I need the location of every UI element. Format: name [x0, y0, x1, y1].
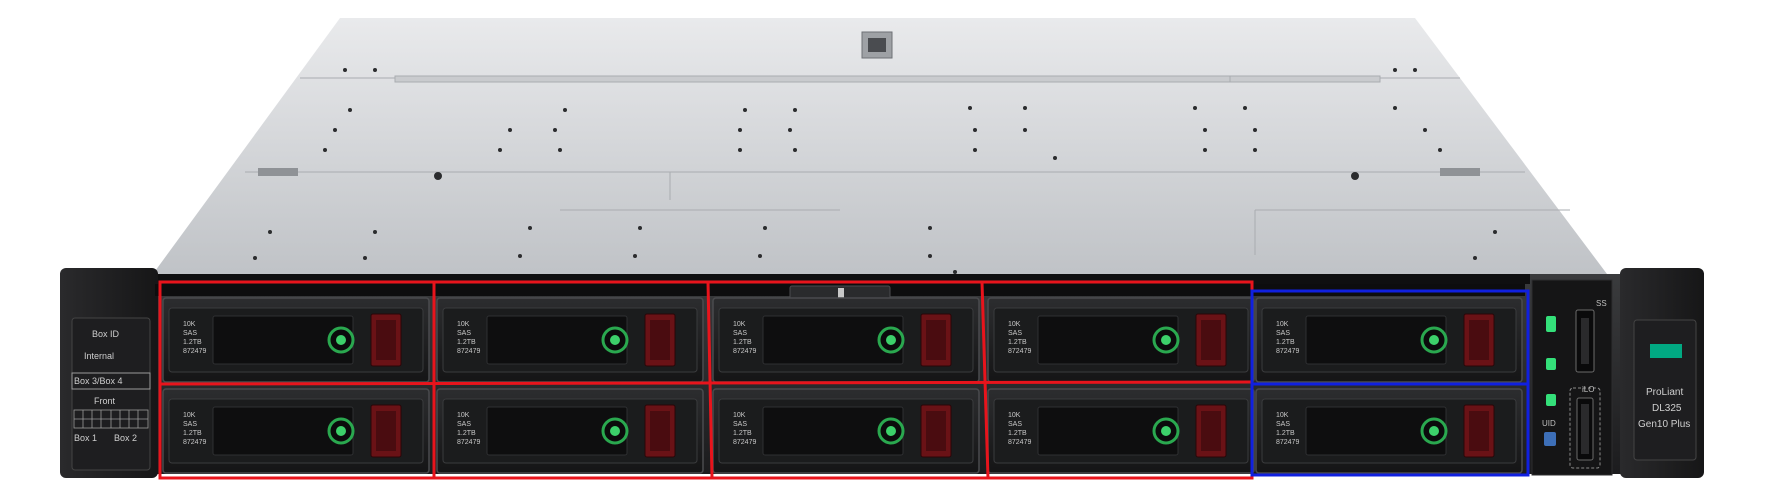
internal-label: Internal [84, 351, 115, 361]
drive-spec-line3: 1.2TB [183, 339, 202, 346]
health-led [1546, 358, 1556, 370]
drive-spec-line2: SAS [1008, 330, 1023, 337]
drive-spec-line1: 10K [1008, 412, 1021, 419]
control-panel [1531, 279, 1613, 476]
drive-spec-line4: 872479 [1276, 348, 1300, 355]
drive-spec-label: 10K SAS 1.2TB 872479 [1008, 320, 1031, 356]
drive-spec-line3: 1.2TB [733, 339, 752, 346]
drive-spec-label: 10K SAS 1.2TB 872479 [1008, 411, 1031, 447]
drive-spec-line1: 10K [457, 321, 470, 328]
drive-spec-label: 10K SAS 1.2TB 872479 [733, 320, 756, 356]
drive-spec-line4: 872479 [733, 439, 757, 446]
drive-spec-line2: SAS [1276, 421, 1291, 428]
uid-label: UID [1542, 419, 1556, 428]
nic-led [1546, 394, 1556, 406]
drive-spec-line3: 1.2TB [1276, 339, 1295, 346]
box-id-label: Box ID [92, 329, 120, 339]
model-line1: ProLiant [1646, 387, 1684, 398]
drive-spec-line4: 872479 [733, 348, 757, 355]
usb-label: SS [1596, 299, 1607, 308]
drive-spec-label: 10K SAS 1.2TB 872479 [183, 320, 206, 356]
hpe-logo [1650, 344, 1682, 358]
drive-spec-line2: SAS [457, 421, 472, 428]
drive-spec-line1: 10K [1276, 412, 1289, 419]
drive-spec-line3: 1.2TB [183, 430, 202, 437]
drive-spec-line2: SAS [733, 421, 748, 428]
drive-spec-line2: SAS [733, 330, 748, 337]
drive-spec-line1: 10K [183, 321, 196, 328]
drive-spec-line2: SAS [1008, 421, 1023, 428]
front-label: Front [94, 396, 116, 406]
drive-spec-line2: SAS [183, 330, 198, 337]
drive-spec-line3: 1.2TB [733, 430, 752, 437]
drive-spec-label: 10K SAS 1.2TB 872479 [733, 411, 756, 447]
drive-spec-label: 10K SAS 1.2TB 872479 [183, 411, 206, 447]
drive-spec-label: 10K SAS 1.2TB 872479 [1276, 411, 1299, 447]
drive-spec-line4: 872479 [183, 348, 207, 355]
ilo-label: iLO [1582, 385, 1595, 394]
drive-spec-line3: 1.2TB [1008, 430, 1027, 437]
box2-label: Box 2 [114, 433, 138, 443]
drive-spec-line2: SAS [457, 330, 472, 337]
drive-spec-line1: 10K [1008, 321, 1021, 328]
uid-button[interactable] [1544, 432, 1556, 446]
drive-spec-line4: 872479 [457, 439, 481, 446]
drive-spec-line4: 872479 [183, 439, 207, 446]
drive-spec-line3: 1.2TB [457, 339, 476, 346]
drive-spec-line1: 10K [733, 412, 746, 419]
drive-spec-line2: SAS [183, 421, 198, 428]
server-scene [60, 18, 1704, 480]
box-pair-label: Box 3/Box 4 [74, 376, 123, 386]
drive-spec-line3: 1.2TB [1008, 339, 1027, 346]
model-line2: DL325 [1652, 403, 1682, 414]
drive-spec-line3: 1.2TB [457, 430, 476, 437]
drive-spec-line4: 872479 [1008, 439, 1032, 446]
drive-spec-line1: 10K [183, 412, 196, 419]
drive-spec-line1: 10K [733, 321, 746, 328]
drive-spec-line2: SAS [1276, 330, 1291, 337]
drive-spec-line1: 10K [1276, 321, 1289, 328]
drive-spec-label: 10K SAS 1.2TB 872479 [1276, 320, 1299, 356]
drive-spec-line3: 1.2TB [1276, 430, 1295, 437]
drive-spec-line4: 872479 [1008, 348, 1032, 355]
drive-spec-label: 10K SAS 1.2TB 872479 [457, 320, 480, 356]
drive-spec-label: 10K SAS 1.2TB 872479 [457, 411, 480, 447]
drive-spec-line4: 872479 [1276, 439, 1300, 446]
drive-spec-line4: 872479 [457, 348, 481, 355]
box1-label: Box 1 [74, 433, 98, 443]
model-line3: Gen10 Plus [1638, 419, 1691, 430]
drive-spec-line1: 10K [457, 412, 470, 419]
power-led [1546, 316, 1556, 332]
